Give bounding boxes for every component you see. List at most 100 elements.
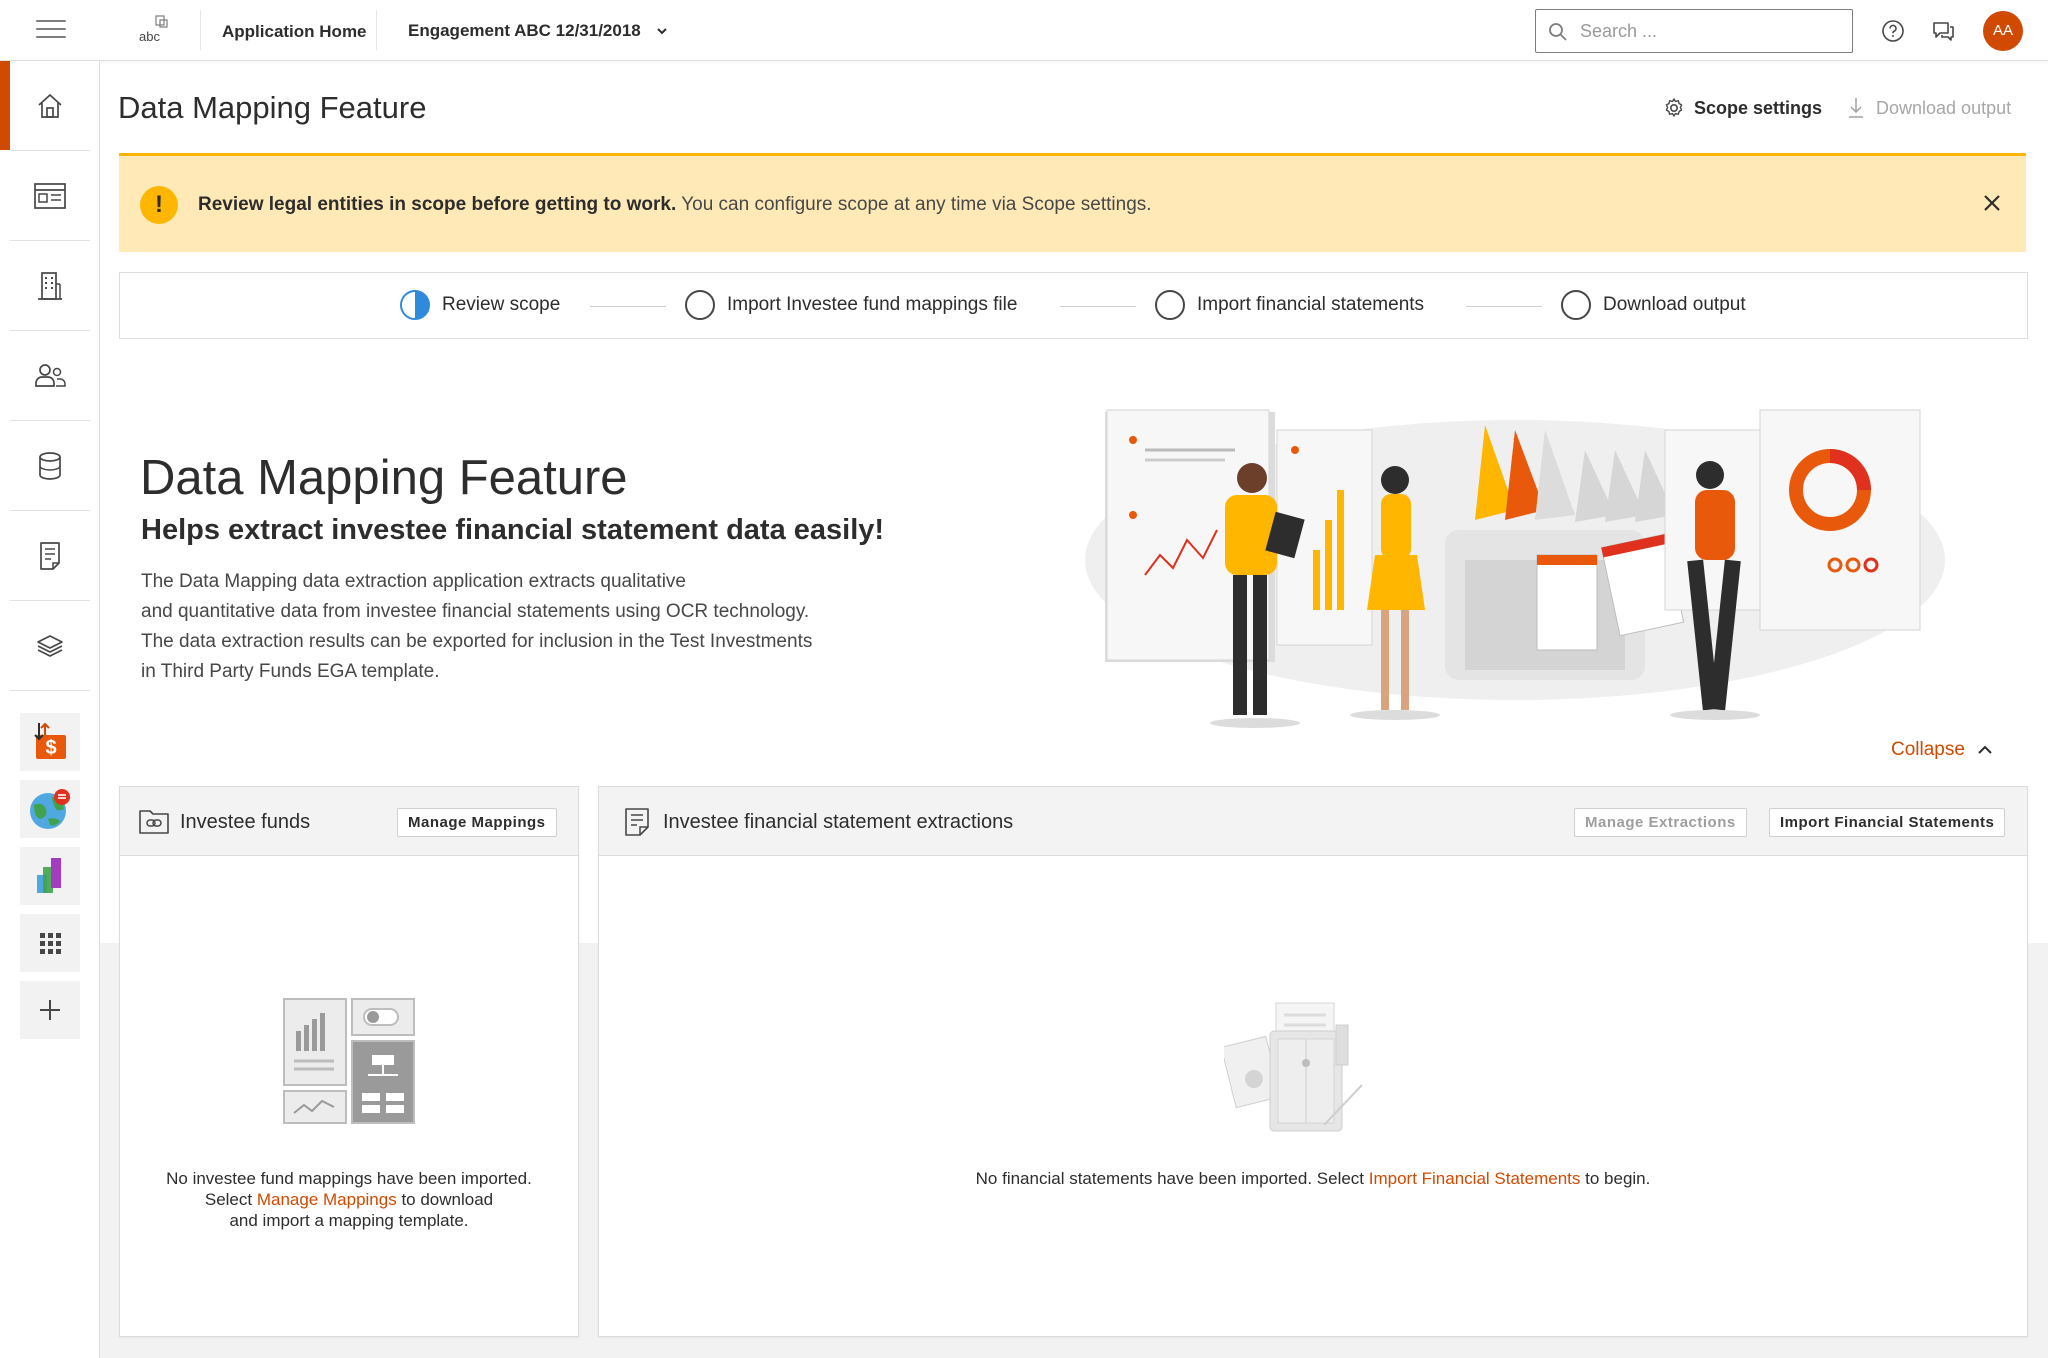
funds-empty-message: No investee fund mappings have been impo… <box>120 1168 578 1231</box>
rail-item-entities[interactable] <box>0 241 99 330</box>
add-app-button[interactable] <box>20 981 80 1039</box>
progress-stepper: Review scope Import Investee fund mappin… <box>119 272 2028 339</box>
banner-message-bold: Review legal entities in scope before ge… <box>198 194 677 215</box>
step-import-financial-statements[interactable]: Import financial statements <box>1155 290 1424 320</box>
rail-item-data[interactable] <box>0 421 99 510</box>
logo-text: abc <box>139 29 160 44</box>
hero-description: The Data Mapping data extraction applica… <box>141 567 901 687</box>
document-icon <box>39 541 60 570</box>
empty-message-line: and import a mapping template. <box>229 1211 469 1230</box>
hero-title: Data Mapping Feature <box>140 451 628 505</box>
search-input[interactable] <box>1580 18 1840 44</box>
rail-item-home[interactable] <box>0 61 99 150</box>
chat-icon[interactable] <box>1930 18 1956 44</box>
close-icon[interactable] <box>1981 192 2003 214</box>
rail-item-layers[interactable] <box>0 601 99 690</box>
step-label: Review scope <box>442 294 561 315</box>
menu-icon[interactable] <box>36 20 66 40</box>
page-title: Data Mapping Feature <box>118 90 427 125</box>
step-import-fund-mappings[interactable]: Import Investee fund mappings file <box>685 290 1017 320</box>
engagement-selector[interactable]: Engagement ABC 12/31/2018 <box>408 21 669 41</box>
step-label: Import financial statements <box>1197 294 1425 315</box>
app-dollar-transfer[interactable]: $ <box>20 713 80 771</box>
folder-link-icon <box>139 810 169 834</box>
download-output-button[interactable]: Download output <box>1848 97 2011 119</box>
dashboard-icon <box>33 182 66 209</box>
banner-message-text: You can configure scope at any time via … <box>676 194 1152 215</box>
step-label: Import Investee fund mappings file <box>727 294 1018 315</box>
scope-warning-banner: ! Review legal entities in scope before … <box>119 153 2026 252</box>
banner-message: Review legal entities in scope before ge… <box>198 194 1152 216</box>
gear-icon <box>1665 98 1683 117</box>
step-empty-icon <box>1561 290 1591 320</box>
manage-mappings-link[interactable]: Manage Mappings <box>257 1190 397 1209</box>
manage-extractions-button[interactable]: Manage Extractions <box>1574 808 1747 837</box>
manage-mappings-button[interactable]: Manage Mappings <box>397 808 557 837</box>
app-logo[interactable]: abc <box>136 14 176 46</box>
collapse-label: Collapse <box>1891 739 1965 760</box>
import-financial-statements-link[interactable]: Import Financial Statements <box>1369 1169 1581 1188</box>
people-icon <box>34 363 66 387</box>
svg-text:$: $ <box>45 737 56 759</box>
empty-message-text: to begin. <box>1580 1169 1651 1188</box>
empty-message-text: Select <box>204 1190 257 1209</box>
step-empty-icon <box>1155 290 1185 320</box>
step-review-scope[interactable]: Review scope <box>400 290 560 320</box>
building-icon <box>37 271 62 300</box>
card-header: Investee financial statement extractions… <box>599 787 2027 856</box>
search-icon <box>1549 23 1567 41</box>
card-title: Investee funds <box>180 811 311 833</box>
step-label: Download output <box>1603 294 1746 315</box>
left-rail: $ <box>0 61 100 1358</box>
mappings-empty-illustration <box>283 998 415 1124</box>
download-output-label: Download output <box>1876 97 2012 118</box>
app-launcher[interactable] <box>20 914 80 972</box>
hero-description-line: The Data Mapping data extraction applica… <box>141 571 686 592</box>
statements-empty-illustration <box>1224 1002 1363 1132</box>
step-download-output[interactable]: Download output <box>1561 290 1746 320</box>
rail-item-documents[interactable] <box>0 511 99 600</box>
hero-description-line: and quantitative data from investee fina… <box>141 601 810 622</box>
investee-funds-card: Investee funds Manage Mappings No invest… <box>119 786 579 1337</box>
app-chart[interactable] <box>20 847 80 905</box>
import-financial-statements-button[interactable]: Import Financial Statements <box>1769 808 2006 837</box>
collapse-button[interactable]: Collapse <box>1891 739 1993 761</box>
card-header: Investee funds Manage Mappings <box>120 787 578 856</box>
step-connector <box>1060 306 1136 307</box>
hero-illustration <box>1085 409 1945 728</box>
step-connector <box>590 306 666 307</box>
chart-app-icon <box>37 858 61 893</box>
dollar-transfer-app-icon: $ <box>34 722 66 759</box>
divider <box>376 10 377 50</box>
hero-description-line: The data extraction results can be expor… <box>141 631 813 652</box>
rail-divider <box>10 690 90 691</box>
document-list-icon <box>625 808 649 836</box>
engagement-label: Engagement ABC 12/31/2018 <box>408 21 641 40</box>
scope-settings-label: Scope settings <box>1694 97 1823 118</box>
step-empty-icon <box>685 290 715 320</box>
help-icon[interactable] <box>1880 18 1906 44</box>
rail-item-people[interactable] <box>0 331 99 420</box>
add-icon <box>40 1000 60 1020</box>
database-icon <box>38 451 61 480</box>
extractions-card: Investee financial statement extractions… <box>598 786 2028 1337</box>
empty-message-line: Select Manage Mappings to download <box>120 1189 578 1210</box>
hero-subtitle: Helps extract investee financial stateme… <box>141 514 885 546</box>
app-grid-icon <box>40 933 61 954</box>
rail-item-dashboard[interactable] <box>0 151 99 240</box>
layers-icon <box>36 634 63 657</box>
user-avatar[interactable]: AA <box>1983 11 2023 51</box>
application-home-link[interactable]: Application Home <box>222 22 367 42</box>
scope-settings-button[interactable]: Scope settings <box>1663 97 1822 119</box>
divider <box>200 10 201 50</box>
chevron-down-icon <box>657 28 667 35</box>
download-icon <box>1849 98 1863 118</box>
globe-app-icon <box>30 789 70 829</box>
step-in-progress-icon <box>400 290 430 320</box>
empty-message-line: No investee fund mappings have been impo… <box>166 1169 532 1188</box>
search-box[interactable] <box>1535 9 1853 53</box>
app-globe[interactable] <box>20 780 80 838</box>
warning-icon: ! <box>140 186 178 224</box>
home-icon <box>37 93 62 118</box>
card-title: Investee financial statement extractions <box>663 811 1014 833</box>
